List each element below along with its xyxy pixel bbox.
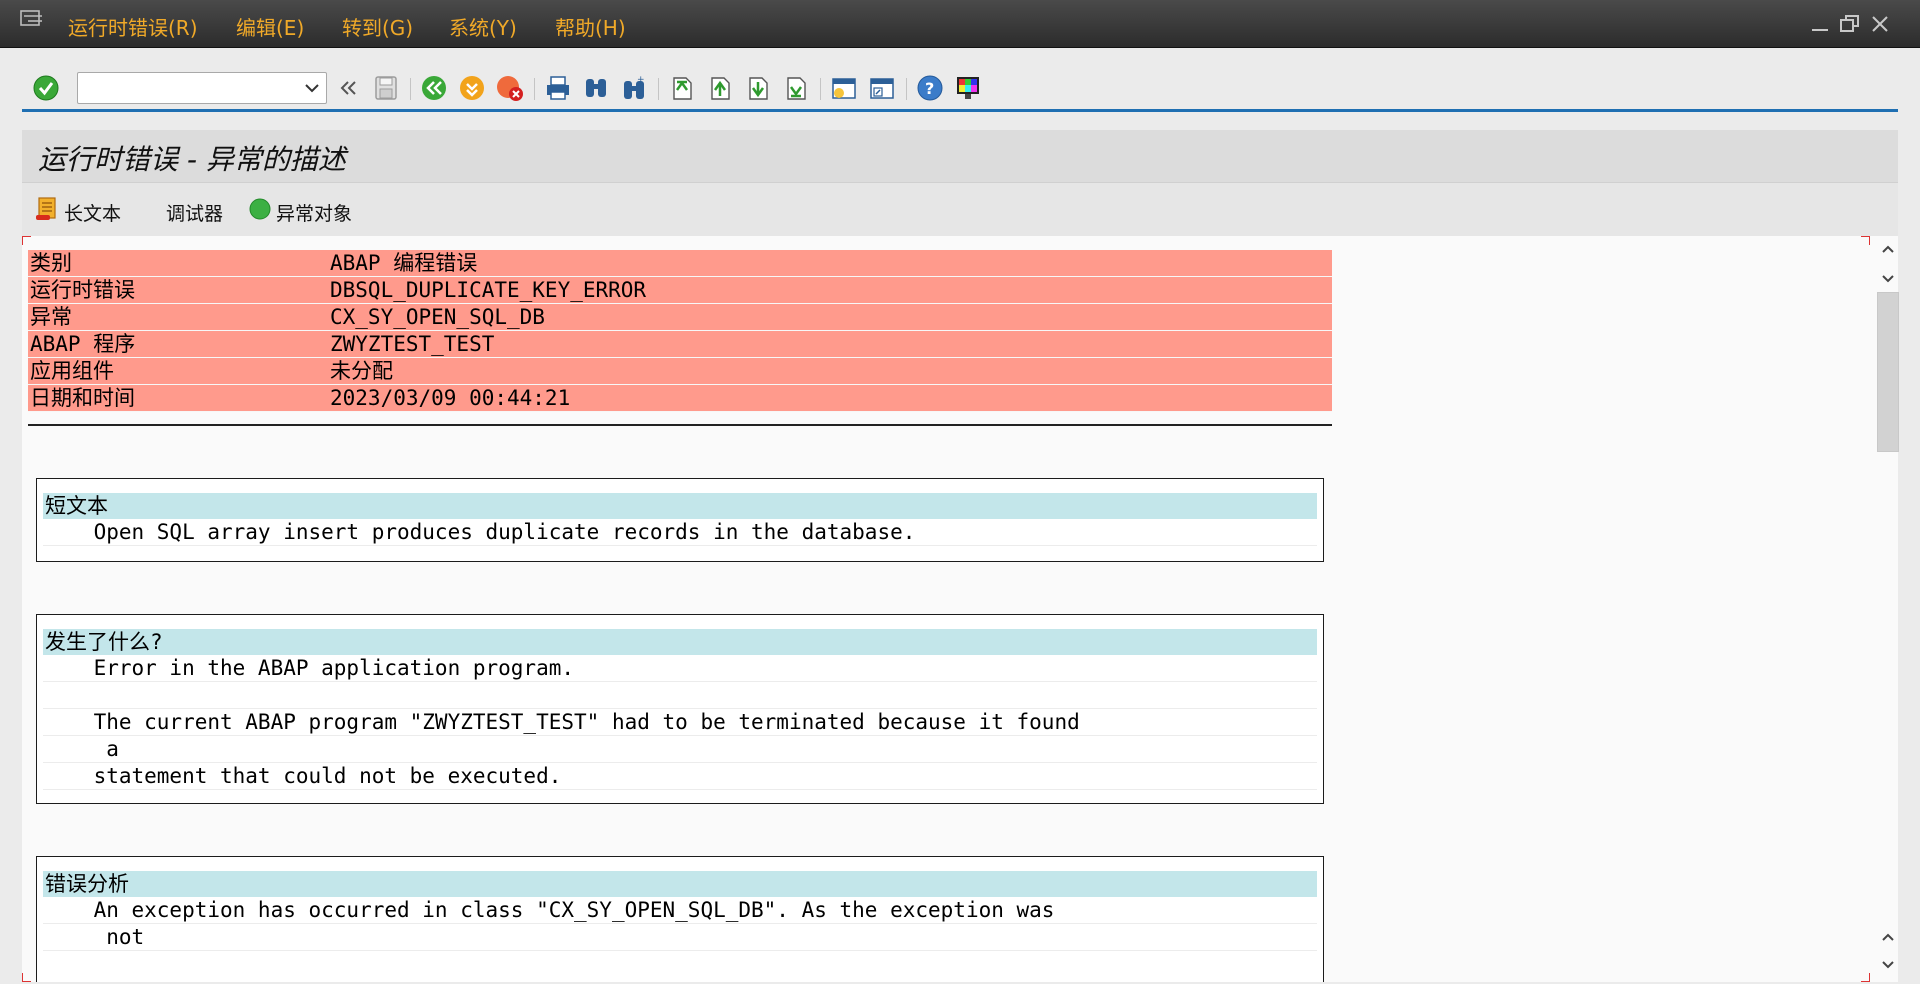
header-key: 异常 <box>30 305 72 329</box>
section-title: 发生了什么? <box>43 629 1317 655</box>
find-next-icon[interactable]: + <box>620 74 648 102</box>
corner-mark <box>22 973 31 982</box>
green-status-icon <box>249 198 271 220</box>
header-key: 类别 <box>30 251 72 275</box>
next-page-icon[interactable] <box>744 74 772 102</box>
header-value: 2023/03/09 00:44:21 <box>330 386 571 410</box>
vertical-scrollbar[interactable] <box>1876 236 1902 982</box>
scroll-up-icon[interactable] <box>1880 242 1896 256</box>
title-bar: 运行时错误 - 异常的描述 <box>22 130 1898 182</box>
enter-check-icon[interactable] <box>32 74 60 102</box>
error-header-table: 类别 ABAP 编程错误 运行时错误 DBSQL_DUPLICATE_KEY_E… <box>28 250 1332 412</box>
debugger-label: 调试器 <box>166 203 224 225</box>
header-row: 异常 CX_SY_OPEN_SQL_DB <box>28 304 1332 331</box>
scroll-up-icon[interactable] <box>1880 930 1896 944</box>
header-row: 运行时错误 DBSQL_DUPLICATE_KEY_ERROR <box>28 277 1332 304</box>
what-happened-section: 发生了什么? Error in the ABAP application pro… <box>36 614 1324 804</box>
header-value: ZWYZTEST_TEST <box>330 332 495 356</box>
system-menu-icon[interactable] <box>20 10 46 30</box>
toolbar-separator <box>410 78 411 100</box>
section-line: not <box>43 924 1317 951</box>
dump-content-area[interactable]: 类别 ABAP 编程错误 运行时错误 DBSQL_DUPLICATE_KEY_E… <box>22 236 1898 982</box>
command-input[interactable] <box>84 77 284 99</box>
corner-mark <box>22 236 31 245</box>
menu-bar: 运行时错误(R) 编辑(E) 转到(G) 系统(Y) 帮助(H) <box>0 0 1920 48</box>
header-value: ABAP 编程错误 <box>330 251 478 275</box>
cancel-icon[interactable] <box>496 74 524 102</box>
header-value: CX_SY_OPEN_SQL_DB <box>330 305 545 329</box>
menu-system[interactable]: 系统(Y) <box>449 12 517 40</box>
svg-text:?: ? <box>925 79 934 98</box>
scroll-down-icon[interactable] <box>1880 272 1896 286</box>
corner-mark <box>1861 973 1870 982</box>
scroll-down-icon[interactable] <box>1880 958 1896 972</box>
corner-mark <box>1861 236 1870 245</box>
toolbar-separator <box>658 78 659 100</box>
section-line: An exception has occurred in class "CX_S… <box>43 897 1317 924</box>
command-field[interactable] <box>77 72 327 104</box>
exception-object-button[interactable]: 异常对象 <box>248 195 368 225</box>
standard-toolbar: + ? <box>22 66 1898 112</box>
menu-edit[interactable]: 编辑(E) <box>236 12 304 40</box>
scroll-document-icon <box>36 197 56 220</box>
section-line: statement that could not be executed. <box>43 763 1317 790</box>
toolbar-separator <box>906 78 907 100</box>
header-row: 类别 ABAP 编程错误 <box>28 250 1332 277</box>
header-key: 应用组件 <box>30 359 114 383</box>
short-text-section: 短文本 Open SQL array insert produces dupli… <box>36 478 1324 562</box>
generate-shortcut-icon[interactable] <box>868 74 896 102</box>
header-key: 运行时错误 <box>30 278 135 302</box>
last-page-icon[interactable] <box>782 74 810 102</box>
menu-help[interactable]: 帮助(H) <box>555 12 626 40</box>
section-title: 短文本 <box>43 493 1317 519</box>
long-text-label: 长文本 <box>64 203 122 225</box>
section-title: 错误分析 <box>43 871 1317 897</box>
create-session-icon[interactable] <box>830 74 858 102</box>
help-icon[interactable]: ? <box>916 74 944 102</box>
toolbar-separator <box>534 78 535 100</box>
minimize-icon[interactable] <box>1808 12 1832 36</box>
page-title: 运行时错误 - 异常的描述 <box>38 143 346 176</box>
header-row: 应用组件 未分配 <box>28 358 1332 385</box>
header-key: 日期和时间 <box>30 386 135 410</box>
section-line <box>43 682 1317 709</box>
print-icon[interactable] <box>544 74 572 102</box>
previous-page-icon[interactable] <box>706 74 734 102</box>
section-line: The current ABAP program "ZWYZTEST_TEST"… <box>43 709 1317 736</box>
menu-goto[interactable]: 转到(G) <box>342 12 413 40</box>
scrollbar-thumb[interactable] <box>1877 292 1899 452</box>
customize-layout-icon[interactable] <box>954 74 982 102</box>
svg-text:+: + <box>637 75 645 85</box>
header-row: 日期和时间 2023/03/09 00:44:21 <box>28 385 1332 412</box>
collapse-toolbar-icon[interactable] <box>334 74 362 102</box>
close-icon[interactable] <box>1868 12 1892 36</box>
chevron-down-icon[interactable] <box>304 81 320 95</box>
first-page-icon[interactable] <box>668 74 696 102</box>
restore-icon[interactable] <box>1838 12 1862 36</box>
exception-object-label: 异常对象 <box>276 203 353 225</box>
header-divider <box>28 424 1332 426</box>
save-icon[interactable] <box>372 74 400 102</box>
menu-runtime-error[interactable]: 运行时错误(R) <box>68 12 198 40</box>
find-icon[interactable] <box>582 74 610 102</box>
header-key: ABAP 程序 <box>30 332 136 356</box>
exit-icon[interactable] <box>458 74 486 102</box>
toolbar-separator <box>820 78 821 100</box>
section-line: Error in the ABAP application program. <box>43 655 1317 682</box>
header-value: 未分配 <box>330 359 393 383</box>
debugger-button[interactable]: 调试器 <box>166 195 236 225</box>
header-value: DBSQL_DUPLICATE_KEY_ERROR <box>330 278 647 302</box>
section-line: Open SQL array insert produces duplicate… <box>43 519 1317 546</box>
application-toolbar: 长文本 调试器 异常对象 <box>22 182 1898 236</box>
error-analysis-section: 错误分析 An exception has occurred in class … <box>36 856 1324 982</box>
section-line: a <box>43 736 1317 763</box>
back-icon[interactable] <box>420 74 448 102</box>
header-row: ABAP 程序 ZWYZTEST_TEST <box>28 331 1332 358</box>
long-text-button[interactable]: 长文本 <box>34 195 134 225</box>
